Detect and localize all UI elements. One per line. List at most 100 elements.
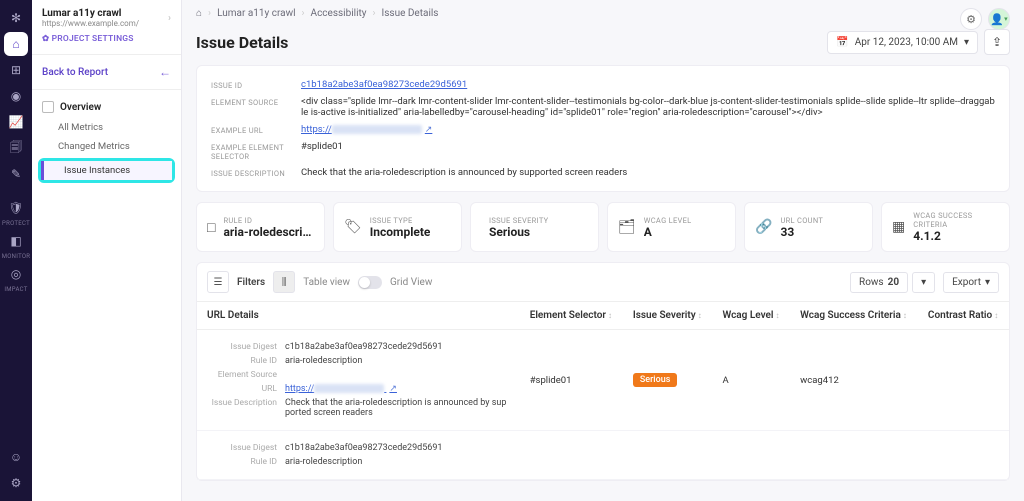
table-row: Issue Digest c1b18a2abe3af0ea98273cede29d…	[197, 431, 1009, 480]
table-cell	[520, 431, 623, 480]
help-icon[interactable]: ☺	[4, 445, 28, 469]
kv-label: Issue Digest	[207, 342, 277, 352]
chevron-down-icon: ▾	[985, 277, 990, 288]
kv-value: aria-roledescription	[285, 356, 362, 366]
grid-view-label: Grid View	[390, 277, 432, 288]
table-view-label: Table view	[303, 277, 350, 288]
table-header[interactable]: URL Details	[197, 302, 520, 330]
view-toggle[interactable]	[358, 276, 382, 289]
stat-value: Serious	[489, 225, 548, 239]
kv-label: Issue Digest	[207, 443, 277, 453]
clipboard-icon[interactable]: 🗐	[4, 136, 28, 160]
settings-button[interactable]: ⚙	[960, 8, 982, 30]
protect-label: PROTECT	[2, 220, 30, 227]
table-cell: #splide01	[520, 330, 623, 431]
globe-icon[interactable]: ◉	[4, 84, 28, 108]
stat-icon: □	[207, 219, 215, 236]
chart-icon[interactable]: 📈	[4, 110, 28, 134]
monitor-icon[interactable]: ◧	[4, 229, 28, 253]
table-cell	[918, 431, 1009, 480]
stat-value: A	[644, 225, 692, 239]
stat-card: 🔗URL COUNT33	[744, 202, 873, 252]
table-header[interactable]: Issue Severity↕	[623, 302, 713, 330]
logo-icon[interactable]: ✻	[4, 6, 28, 30]
kv-label: Rule ID	[207, 356, 277, 366]
stat-icon: ▦	[892, 219, 905, 235]
detail-label: EXAMPLE ELEMENT SELECTOR	[211, 141, 301, 161]
table-header[interactable]: Element Selector↕	[520, 302, 623, 330]
project-url: https://www.example.com/	[42, 19, 139, 28]
issue-details-card: ISSUE IDc1b18a2abe3af0ea98273cede29d5691…	[196, 65, 1010, 192]
stat-label: RULE ID	[223, 216, 314, 225]
breadcrumb-item[interactable]: Lumar a11y crawl	[217, 8, 295, 19]
issues-table-card: ☰ Filters ⫼ Table view Grid View Rows 20…	[196, 262, 1010, 481]
back-to-report-link[interactable]: Back to Report ←	[32, 61, 181, 83]
example-url-link[interactable]: https://↗	[301, 124, 995, 135]
list-view-button[interactable]: ☰	[207, 271, 229, 293]
table-cell	[918, 330, 1009, 431]
table-cell: A	[712, 330, 790, 431]
stat-value: Incomplete	[370, 225, 431, 239]
table-cell: wcag412	[790, 330, 918, 431]
grid-icon	[42, 101, 54, 113]
breadcrumb-home[interactable]: ⌂	[196, 8, 202, 19]
kv-label: Rule ID	[207, 457, 277, 467]
issue-id-link[interactable]: c1b18a2abe3af0ea98273cede29d5691	[301, 79, 995, 90]
sidebar-item-changed-metrics[interactable]: Changed Metrics	[32, 137, 181, 156]
impact-icon[interactable]: ◎	[4, 262, 28, 286]
table-header[interactable]: Wcag Level↕	[712, 302, 790, 330]
external-link-icon: ↗	[425, 125, 433, 135]
kv-value: aria-roledescription	[285, 457, 362, 467]
arrow-left-icon: ←	[159, 65, 171, 79]
home-breadcrumb-icon: ⌂	[196, 8, 202, 19]
rows-dropdown[interactable]: ▾	[912, 272, 935, 293]
selector-value: #splide01	[301, 141, 995, 161]
detail-label: EXAMPLE URL	[211, 124, 301, 135]
monitor-label: MONITOR	[2, 253, 31, 260]
left-nav-rail: ✻ ⌂ ⊞ ◉ 📈 🗐 ✎ 🛡 PROTECT ◧ MONITOR ◎ IMPA…	[0, 0, 32, 501]
avatar[interactable]: 👤 ▾	[988, 8, 1010, 30]
project-name: Lumar a11y crawl	[42, 8, 139, 19]
stat-icon: 🗂	[618, 219, 636, 235]
issues-table: URL DetailsElement Selector↕Issue Severi…	[197, 302, 1009, 480]
breadcrumb-item[interactable]: Accessibility	[311, 8, 367, 19]
export-button[interactable]: Export ▾	[943, 272, 999, 293]
stat-card: 🏷ISSUE TYPEIncomplete	[333, 202, 462, 252]
page-title: Issue Details	[196, 33, 288, 52]
apps-icon[interactable]: ⊞	[4, 58, 28, 82]
calendar-icon: 📅	[836, 37, 848, 48]
stat-label: ISSUE SEVERITY	[489, 216, 548, 225]
table-header[interactable]: Contrast Ratio↕	[918, 302, 1009, 330]
edit-icon[interactable]: ✎	[4, 162, 28, 186]
breadcrumb-item[interactable]: Issue Details	[382, 8, 439, 19]
rows-selector[interactable]: Rows 20	[850, 272, 908, 293]
sidebar: Lumar a11y crawl https://www.example.com…	[32, 0, 182, 501]
detail-label: ISSUE ID	[211, 79, 301, 90]
stat-card: ▦WCAG SUCCESS CRITERIA4.1.2	[881, 202, 1010, 252]
kv-value[interactable]: https:// ↗	[285, 384, 397, 394]
shield-icon[interactable]: 🛡	[4, 196, 28, 220]
kv-label: Issue Description	[207, 398, 277, 418]
stat-value: aria-roledescription	[223, 225, 314, 239]
kv-value: Check that the aria-roledescription is a…	[285, 398, 510, 418]
stat-value: 4.1.2	[913, 229, 999, 243]
project-settings-link[interactable]: ✿ PROJECT SETTINGS	[42, 34, 171, 44]
filters-label[interactable]: Filters	[237, 277, 265, 288]
table-cell	[790, 431, 918, 480]
severity-badge: Serious	[633, 373, 678, 387]
sidebar-overview[interactable]: Overview	[32, 96, 181, 118]
date-picker[interactable]: 📅 Apr 12, 2023, 10:00 AM ▾	[827, 31, 978, 54]
columns-view-button[interactable]: ⫼	[273, 271, 295, 293]
settings-bottom-icon[interactable]: ⚙	[4, 471, 28, 495]
home-icon[interactable]: ⌂	[4, 32, 28, 56]
table-header[interactable]: Wcag Success Criteria↕	[790, 302, 918, 330]
sidebar-item-issue-instances[interactable]: Issue Instances	[41, 161, 172, 180]
stat-card: 🗂WCAG LEVELA	[607, 202, 736, 252]
chevron-right-icon[interactable]: ›	[168, 13, 171, 24]
share-button[interactable]: ⇪	[984, 29, 1010, 55]
sidebar-item-all-metrics[interactable]: All Metrics	[32, 118, 181, 137]
stat-icon: 🏷	[344, 219, 362, 235]
stat-card: ISSUE SEVERITYSerious	[470, 202, 599, 252]
kv-value: c1b18a2abe3af0ea98273cede29d5691	[285, 443, 442, 453]
table-cell	[712, 431, 790, 480]
